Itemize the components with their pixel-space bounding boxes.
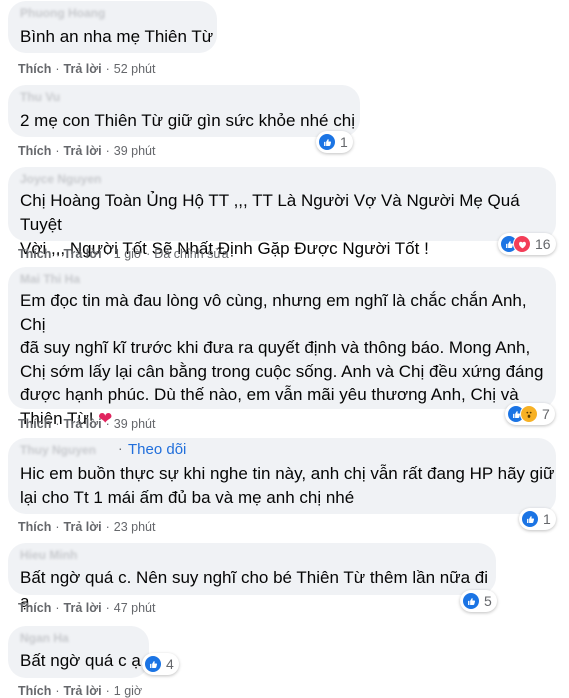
comment-author[interactable]: Joyce Nguyen bbox=[20, 172, 101, 186]
comment-feed: Phuong Hoang Bình an nha mẹ Thiên Từ Thí… bbox=[0, 0, 569, 698]
comment-author[interactable]: Thuy Nguyen bbox=[20, 443, 96, 457]
comment-actions: Thích · Trả lời · 23 phút bbox=[18, 520, 156, 534]
reaction-count: 1 bbox=[340, 134, 348, 150]
comment-author[interactable]: Phuong Hoang bbox=[20, 6, 105, 20]
reaction-summary[interactable]: 16 bbox=[498, 233, 556, 255]
comment-actions: Thích · Trả lời · 1 giờ · Đã chỉnh sửa bbox=[18, 247, 229, 261]
reaction-summary[interactable]: 5 bbox=[460, 590, 497, 612]
comment-bubble: Joyce Nguyen Chị Hoàng Toàn Ủng Hộ TT ,,… bbox=[8, 167, 556, 258]
reaction-summary[interactable]: 1 bbox=[316, 131, 353, 153]
like-button[interactable]: Thích bbox=[18, 684, 51, 698]
like-button[interactable]: Thích bbox=[18, 601, 51, 615]
comment-bubble: Hieu Minh Bất ngờ quá c. Nên suy nghĩ ch… bbox=[8, 543, 496, 611]
comment-time[interactable]: 23 phút bbox=[114, 520, 156, 534]
reaction-summary[interactable]: 1 bbox=[519, 508, 556, 530]
comment-bubble: Thuy Nguyen · Theo dõi Hic em buồn thực … bbox=[8, 438, 556, 514]
reaction-summary[interactable]: 4 bbox=[142, 653, 179, 675]
comment-time[interactable]: 39 phút bbox=[114, 144, 156, 158]
comment-author[interactable]: Hieu Minh bbox=[20, 548, 77, 562]
like-button[interactable]: Thích bbox=[18, 144, 51, 158]
comment-time[interactable]: 1 giờ bbox=[114, 247, 142, 261]
comment-text-line: đã suy nghĩ kĩ trước khi đưa ra quyết đị… bbox=[20, 338, 531, 357]
reaction-count: 7 bbox=[542, 406, 550, 422]
comment-author[interactable]: Thu Vu bbox=[20, 90, 60, 104]
comment-actions: Thích · Trả lời · 39 phút bbox=[18, 417, 156, 431]
reply-button[interactable]: Trả lời bbox=[64, 144, 102, 158]
comment-text-line: Em đọc tin mà đau lòng vô cùng, nhưng em… bbox=[20, 291, 527, 334]
comment-time[interactable]: 39 phút bbox=[114, 417, 156, 431]
like-icon bbox=[462, 592, 480, 610]
reaction-count: 16 bbox=[535, 236, 551, 252]
comment-text-line: Chị sớm lấy lại cân bằng trong cuộc sống… bbox=[20, 361, 544, 381]
like-icon bbox=[521, 510, 539, 528]
reaction-count: 1 bbox=[543, 511, 551, 527]
reply-button[interactable]: Trả lời bbox=[64, 417, 102, 431]
reply-button[interactable]: Trả lời bbox=[64, 247, 102, 261]
reaction-count: 4 bbox=[166, 656, 174, 672]
edited-label[interactable]: Đã chỉnh sửa bbox=[154, 247, 228, 261]
follow-link[interactable]: Theo dõi bbox=[128, 441, 186, 458]
comment-author[interactable]: Mai Thi Ha bbox=[20, 272, 80, 286]
reaction-summary[interactable]: 7 bbox=[505, 403, 555, 425]
love-icon bbox=[513, 235, 531, 253]
comment-text: Em đọc tin mà đau lòng vô cùng, nhưng em… bbox=[20, 289, 556, 430]
comment-text: 2 mẹ con Thiên Từ giữ gìn sức khỏe nhé c… bbox=[20, 111, 355, 130]
comment-actions: Thích · Trả lời · 47 phút bbox=[18, 601, 156, 615]
comment-bubble: Thu Vu 2 mẹ con Thiên Từ giữ gìn sức khỏ… bbox=[8, 85, 360, 137]
like-icon bbox=[318, 133, 336, 151]
comment-text-line: được hạnh phúc. Dù thế nào, em vẫn mãi y… bbox=[20, 385, 519, 404]
comment-time[interactable]: 47 phút bbox=[114, 601, 156, 615]
comment-time[interactable]: 52 phút bbox=[114, 62, 156, 76]
comment-text-line: Chị Hoàng Toàn Ủng Hộ TT ,,, TT Là Người… bbox=[20, 191, 520, 234]
comment-bubble: Phuong Hoang Bình an nha mẹ Thiên Từ bbox=[8, 1, 217, 53]
comment-actions: Thích · Trả lời · 1 giờ bbox=[18, 684, 143, 698]
comment-bubble: Mai Thi Ha Em đọc tin mà đau lòng vô cùn… bbox=[8, 267, 556, 428]
reply-button[interactable]: Trả lời bbox=[64, 684, 102, 698]
like-button[interactable]: Thích bbox=[18, 247, 51, 261]
comment-actions: Thích · Trả lời · 39 phút bbox=[18, 144, 156, 158]
comment-bubble: Ngan Ha Bất ngờ quá c ạ. bbox=[8, 626, 149, 678]
comment-time[interactable]: 1 giờ bbox=[114, 684, 142, 698]
comment-text: Bất ngờ quá c ạ. bbox=[20, 651, 146, 670]
comment-text-line: Hic em buồn thực sự khi nghe tin này, an… bbox=[20, 464, 555, 483]
reply-button[interactable]: Trả lời bbox=[64, 62, 102, 76]
comment-text: Bình an nha mẹ Thiên Từ bbox=[20, 27, 214, 46]
comment-author[interactable]: Ngan Ha bbox=[20, 631, 69, 645]
comment-actions: Thích · Trả lời · 52 phút bbox=[18, 62, 156, 76]
reply-button[interactable]: Trả lời bbox=[64, 520, 102, 534]
like-button[interactable]: Thích bbox=[18, 62, 51, 76]
reaction-count: 5 bbox=[484, 593, 492, 609]
like-button[interactable]: Thích bbox=[18, 417, 51, 431]
like-icon bbox=[144, 655, 162, 673]
comment-text: Hic em buồn thực sự khi nghe tin này, an… bbox=[20, 462, 554, 510]
wow-icon bbox=[520, 405, 538, 423]
reply-button[interactable]: Trả lời bbox=[64, 601, 102, 615]
like-button[interactable]: Thích bbox=[18, 520, 51, 534]
follow-separator: · bbox=[118, 440, 123, 456]
comment-text-line: lại cho Tt 1 mái ấm đủ ba và mẹ anh chị … bbox=[20, 488, 355, 507]
